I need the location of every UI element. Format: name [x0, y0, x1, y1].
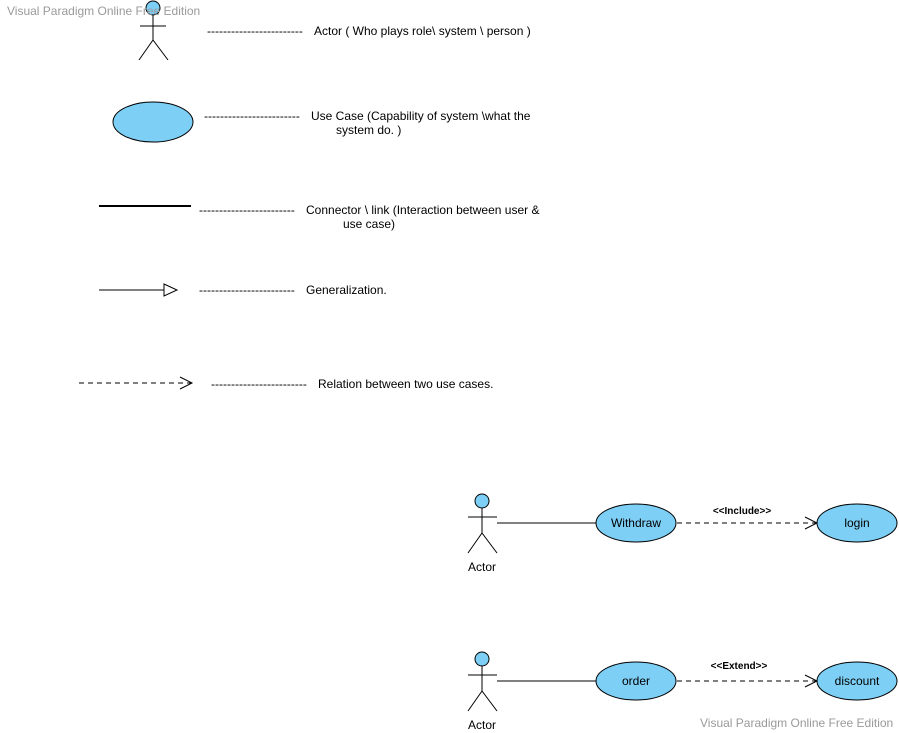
legend-use-case-dashes: ------------------------: [204, 109, 300, 123]
watermark-bottom: Visual Paradigm Online Free Edition: [700, 716, 894, 730]
withdraw-use-case-label: Withdraw: [611, 516, 661, 530]
watermark-top: Visual Paradigm Online Free Edition: [7, 4, 201, 18]
extend-actor-label: Actor: [468, 718, 496, 732]
include-actor-label: Actor: [468, 560, 496, 574]
extend-actor-figure: [467, 651, 498, 712]
include-actor-figure: [467, 493, 498, 554]
order-use-case-label: order: [622, 674, 650, 688]
legend-use-case-description: Use Case (Capability of system \what the…: [311, 109, 530, 137]
legend-connector-text-continued: use case): [343, 217, 396, 231]
legend-relation-symbol: [79, 376, 194, 390]
legend-connector-description: Connector \ link (Interaction between us…: [306, 203, 539, 231]
legend-generalization-symbol: [99, 283, 179, 297]
include-dependency-arrow: [677, 516, 819, 530]
login-use-case-label: login: [844, 516, 869, 530]
legend-generalization-text: Generalization.: [306, 283, 387, 297]
include-stereotype-label: <<Include>>: [713, 506, 772, 517]
legend-connector-dashes: ------------------------: [199, 203, 295, 217]
legend-actor-dashes: ------------------------: [207, 24, 303, 38]
legend-generalization-description: Generalization.: [306, 283, 387, 297]
extend-dependency-arrow: [677, 674, 819, 688]
include-example: Actor Withdraw <<Include>> login: [467, 493, 898, 574]
legend-relation-dashes: ------------------------: [211, 377, 307, 391]
legend-use-case-symbol: [112, 101, 194, 143]
legend-use-case-text-continued: system do. ): [336, 123, 402, 137]
legend-generalization-dashes: ------------------------: [199, 283, 295, 297]
legend-actor-description: Actor ( Who plays role\ system \ person …: [314, 24, 531, 38]
legend-use-case-text: Use Case (Capability of system \what the: [311, 109, 531, 123]
legend-relation-description: Relation between two use cases.: [318, 377, 493, 391]
legend-relation-text: Relation between two use cases.: [318, 377, 494, 391]
legend-connector-text: Connector \ link (Interaction between us…: [306, 203, 540, 217]
discount-use-case-label: discount: [835, 674, 880, 688]
legend-actor-text: Actor ( Who plays role\ system \ person …: [314, 24, 531, 38]
extend-stereotype-label: <<Extend>>: [711, 661, 768, 672]
